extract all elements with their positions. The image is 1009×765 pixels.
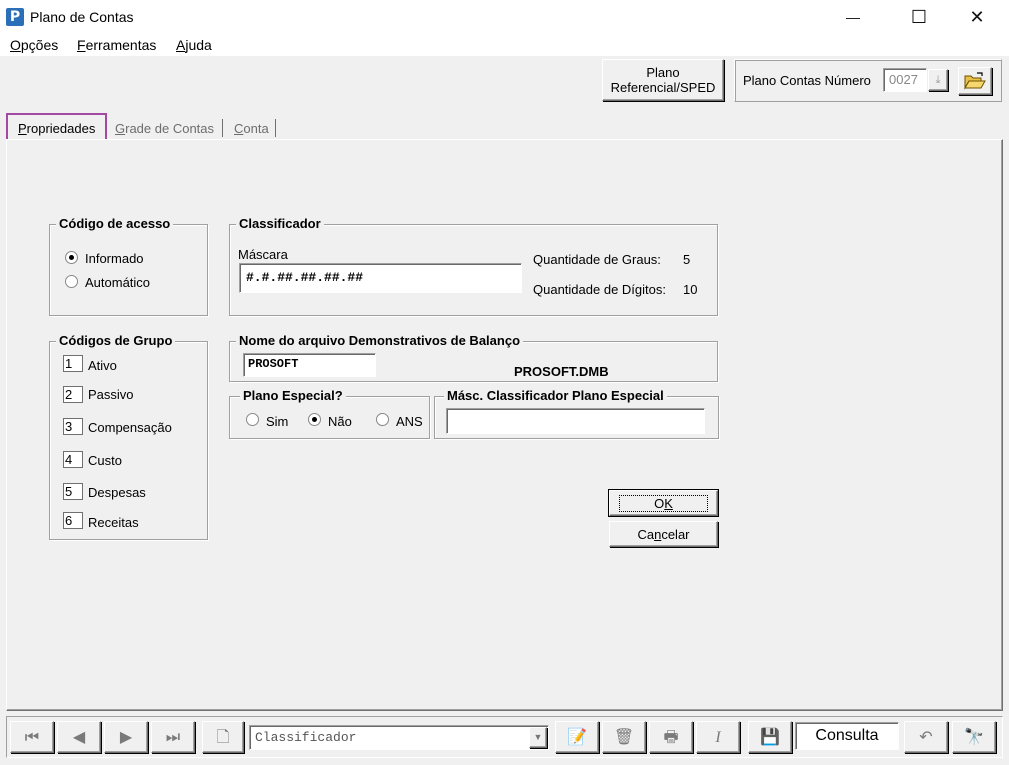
grupo-label: Despesas xyxy=(88,485,146,500)
print-icon: 🖶 xyxy=(663,728,679,746)
codigo-acesso-title: Código de acesso xyxy=(56,216,174,231)
undo-icon: ↶ xyxy=(919,728,933,746)
mode-indicator: Consulta xyxy=(795,722,899,750)
first-record-button[interactable]: ⏮ xyxy=(10,721,54,753)
maximize-button[interactable]: ☐ xyxy=(896,0,942,34)
radio-button[interactable] xyxy=(65,251,78,264)
grupo-code-input[interactable]: 6 xyxy=(63,512,83,529)
edit-button[interactable]: 📝 xyxy=(555,721,599,753)
radio-nao[interactable] xyxy=(308,413,321,429)
codigo-acesso-group xyxy=(49,224,208,316)
grupo-label: Compensação xyxy=(88,420,172,435)
radio-informado[interactable] xyxy=(65,251,78,267)
plano-numero-download-button[interactable]: ⤓ xyxy=(928,69,948,91)
prev-record-button[interactable]: ◀ xyxy=(57,721,101,753)
save-button[interactable]: 💾 xyxy=(748,721,792,753)
radio-button[interactable] xyxy=(246,413,259,426)
tab-separator xyxy=(275,119,276,137)
arquivo-balanco-filename: PROSOFT.DMB xyxy=(514,364,609,379)
close-button[interactable]: ✕ xyxy=(954,0,1000,34)
tab-grade-de-contas[interactable]: Grade de Contas xyxy=(112,117,217,139)
radio-button[interactable] xyxy=(308,413,321,426)
radio-automatico[interactable] xyxy=(65,275,78,291)
plano-numero-label: Plano Contas Número xyxy=(743,73,871,88)
tab-propriedades[interactable]: Propriedades xyxy=(15,117,98,139)
delete-button[interactable]: 🗑 xyxy=(602,721,646,753)
new-record-button[interactable]: 🗋 xyxy=(202,721,244,753)
last-record-icon: ⏭ xyxy=(165,728,181,746)
print-button[interactable]: 🖶 xyxy=(649,721,693,753)
mascara-label: Máscara xyxy=(238,247,288,262)
open-folder-icon xyxy=(964,72,986,90)
menu-ajuda[interactable]: Ajuda xyxy=(176,37,212,53)
radio-button[interactable] xyxy=(376,413,389,426)
arquivo-balanco-input[interactable]: PROSOFT xyxy=(243,353,376,377)
minimize-icon: — xyxy=(846,9,860,25)
masc-especial-input[interactable] xyxy=(446,408,705,434)
app-icon: P xyxy=(6,8,24,26)
prev-record-icon: ◀ xyxy=(72,728,86,746)
tab-conta[interactable]: Conta xyxy=(231,117,272,139)
edit-icon: 📝 xyxy=(567,728,587,746)
plano-especial-title: Plano Especial? xyxy=(240,388,346,403)
codigos-grupo-title: Códigos de Grupo xyxy=(56,333,176,348)
arquivo-balanco-title: Nome do arquivo Demonstrativos de Balanç… xyxy=(236,333,524,348)
menu-ferramentas[interactable]: Ferramentas xyxy=(77,37,156,53)
classificador-title: Classificador xyxy=(236,216,324,231)
graus-label: Quantidade de Graus: xyxy=(533,252,661,267)
last-record-button[interactable]: ⏭ xyxy=(151,721,195,753)
next-record-button[interactable]: ▶ xyxy=(104,721,148,753)
grupo-code-input[interactable]: 2 xyxy=(63,386,83,403)
radio-button[interactable] xyxy=(65,275,78,288)
find-icon: 🔭 xyxy=(964,728,984,746)
radio-informado-label: Informado xyxy=(85,251,144,266)
digitos-value: 10 xyxy=(683,282,698,297)
classificador-search-select[interactable]: Classificador xyxy=(249,725,549,750)
cancel-button-label: Cancelar xyxy=(637,526,690,542)
search-dropdown-button[interactable]: ▼ xyxy=(529,727,547,748)
italic-button[interactable]: I xyxy=(696,721,740,753)
next-record-icon: ▶ xyxy=(119,728,133,746)
radio-sim-label: Sim xyxy=(266,414,289,429)
grupo-code-input[interactable]: 4 xyxy=(63,451,83,468)
chevron-down-icon: ▼ xyxy=(533,732,543,742)
ok-button-label: OK xyxy=(619,494,708,512)
mascara-input[interactable]: #.#.##.##.##.## xyxy=(239,263,522,293)
open-folder-button[interactable] xyxy=(958,67,992,95)
graus-value: 5 xyxy=(683,252,691,267)
maximize-icon: ☐ xyxy=(910,6,928,27)
first-record-icon: ⏮ xyxy=(24,728,40,746)
find-button[interactable]: 🔭 xyxy=(952,721,996,753)
tab-separator xyxy=(222,119,223,137)
grupo-label: Receitas xyxy=(88,515,139,530)
menu-opcoes[interactable]: Opções xyxy=(10,37,58,53)
plano-referencial-button[interactable]: Plano Referencial/SPED xyxy=(602,59,724,101)
download-icon: ⤓ xyxy=(935,73,941,86)
radio-ans-label: ANS xyxy=(396,414,423,429)
digitos-label: Quantidade de Dígitos: xyxy=(533,282,666,297)
italic-icon: I xyxy=(715,728,721,746)
save-icon: 💾 xyxy=(760,728,780,746)
grupo-label: Ativo xyxy=(88,358,117,373)
grupo-code-input[interactable]: 1 xyxy=(63,355,83,372)
plano-numero-input[interactable]: 0027 xyxy=(883,68,927,92)
grupo-label: Passivo xyxy=(88,387,134,402)
radio-sim[interactable] xyxy=(246,413,259,429)
close-icon: ✕ xyxy=(969,6,985,27)
delete-icon: 🗑 xyxy=(613,728,635,746)
grupo-label: Custo xyxy=(88,453,122,468)
new-record-icon: 🗋 xyxy=(216,728,230,746)
radio-ans[interactable] xyxy=(376,413,389,429)
radio-automatico-label: Automático xyxy=(85,275,151,290)
ok-button[interactable]: OK xyxy=(609,490,718,516)
grupo-code-input[interactable]: 5 xyxy=(63,483,83,500)
masc-especial-title: Másc. Classificador Plano Especial xyxy=(444,388,667,403)
cancel-button[interactable]: Cancelar xyxy=(609,521,718,547)
radio-nao-label: Não xyxy=(328,414,352,429)
grupo-code-input[interactable]: 3 xyxy=(63,418,83,435)
minimize-button[interactable]: — xyxy=(830,0,876,34)
window-title: Plano de Contas xyxy=(30,9,134,25)
undo-button[interactable]: ↶ xyxy=(904,721,948,753)
